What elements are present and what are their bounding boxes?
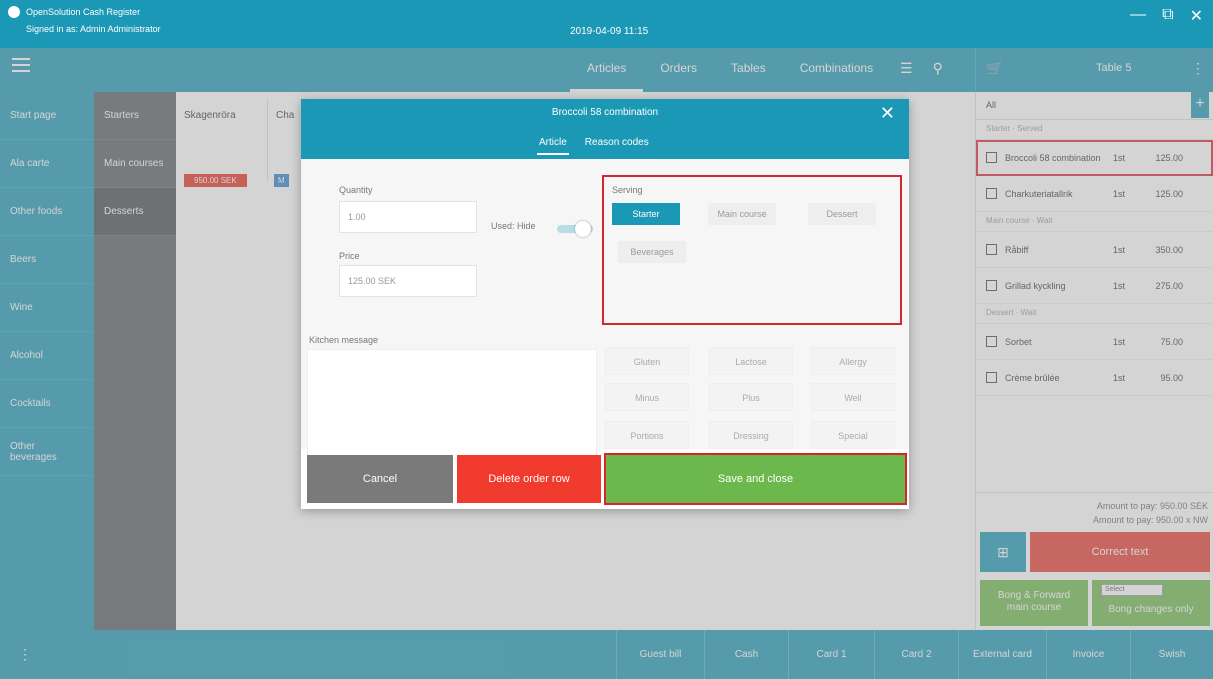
tab-article[interactable]: Article — [537, 137, 569, 155]
serving-beverages-button[interactable]: Beverages — [618, 241, 686, 263]
modifier-button[interactable]: Gluten — [605, 347, 689, 375]
modifier-button[interactable]: Special — [811, 421, 895, 449]
close-window-icon[interactable]: ✕ — [1190, 6, 1203, 26]
serving-label: Serving — [612, 185, 643, 195]
price-input[interactable]: 125.00 SEK — [339, 265, 477, 297]
modifier-button[interactable]: Minus — [605, 383, 689, 411]
kitchen-message-input[interactable] — [307, 349, 597, 459]
used-toggle[interactable] — [557, 221, 593, 237]
serving-dessert-button[interactable]: Dessert — [808, 203, 876, 225]
cancel-button[interactable]: Cancel — [307, 455, 453, 503]
delete-order-row-button[interactable]: Delete order row — [457, 455, 601, 503]
restore-icon[interactable]: ⧉ — [1162, 6, 1173, 26]
save-and-close-button[interactable]: Save and close — [604, 453, 907, 505]
modifier-button[interactable]: Plus — [709, 383, 793, 411]
modifier-button[interactable]: Allergy — [811, 347, 895, 375]
tab-reason-codes[interactable]: Reason codes — [583, 137, 651, 155]
quantity-input[interactable]: 1.00 — [339, 201, 477, 233]
modifier-button[interactable]: Dressing — [709, 421, 793, 449]
used-label: Used: Hide — [491, 221, 536, 231]
serving-section: Serving Starter Main course Dessert Beve… — [602, 175, 902, 325]
minimize-icon[interactable]: — — [1130, 6, 1146, 26]
dialog-title: Broccoli 58 combination — [551, 107, 659, 118]
modifier-button[interactable]: Well — [811, 383, 895, 411]
dialog-tabs: Article Reason codes — [537, 137, 651, 155]
app-logo-icon — [8, 6, 20, 18]
kitchen-message-label: Kitchen message — [309, 335, 379, 345]
window-controls: — ⧉ ✕ — [1130, 6, 1203, 26]
dialog-footer: Cancel Delete order row Save and close — [301, 453, 909, 505]
close-icon[interactable]: ✕ — [880, 103, 895, 124]
quantity-label: Quantity — [339, 185, 373, 195]
dialog-body: Quantity 1.00 Used: Hide Price 125.00 SE… — [301, 159, 909, 459]
modifier-button[interactable]: Lactose — [709, 347, 793, 375]
title-bar: OpenSolution Cash Register Signed in as:… — [0, 0, 1213, 48]
serving-starter-button[interactable]: Starter — [612, 203, 680, 225]
signed-in-user: Signed in as: Admin Administrator — [26, 24, 161, 34]
app-name: OpenSolution Cash Register — [8, 6, 140, 18]
app-title: OpenSolution Cash Register — [26, 7, 141, 17]
modifier-button[interactable]: Portions — [605, 421, 689, 449]
article-dialog: Broccoli 58 combination ✕ Article Reason… — [301, 99, 909, 509]
dialog-header: Broccoli 58 combination ✕ Article Reason… — [301, 99, 909, 159]
serving-main-button[interactable]: Main course — [708, 203, 776, 225]
datetime: 2019-04-09 11:15 — [570, 26, 649, 37]
price-label: Price — [339, 251, 360, 261]
